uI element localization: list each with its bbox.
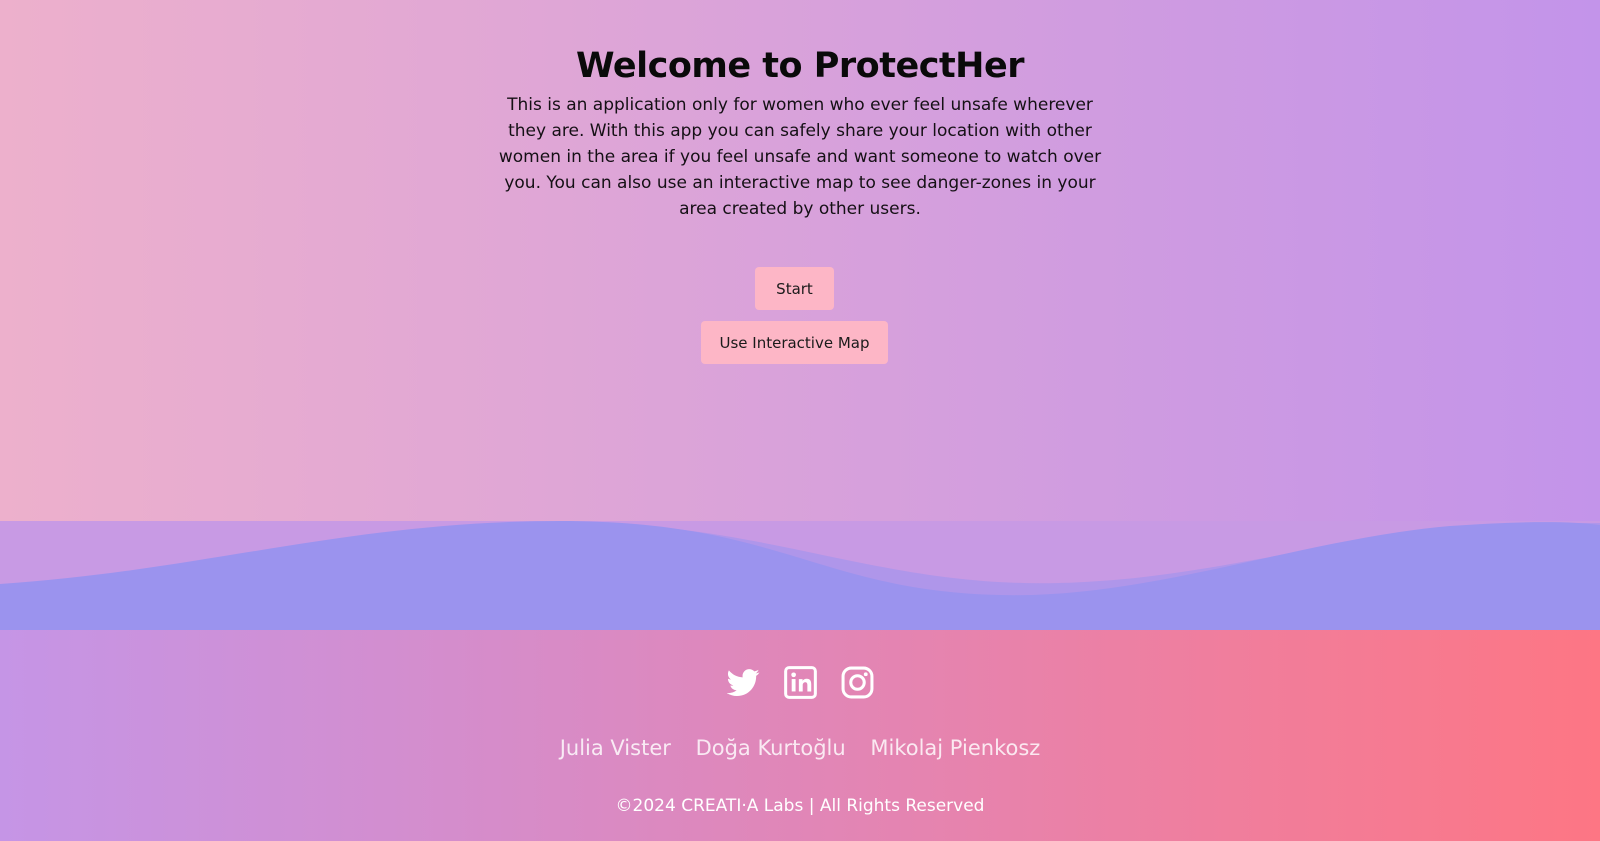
author-link[interactable]: Mikolaj Pienkosz	[870, 736, 1040, 760]
interactive-map-button[interactable]: Use Interactive Map	[701, 321, 888, 364]
intro-text: This is an application only for women wh…	[498, 95, 1102, 219]
author-link[interactable]: Doğa Kurtoğlu	[696, 736, 846, 760]
instagram-icon[interactable]	[841, 666, 874, 699]
page: Welcome to ProtectHer This is an applica…	[0, 0, 1600, 841]
start-button[interactable]: Start	[755, 267, 834, 310]
wave-divider	[0, 521, 1600, 631]
hero-content: Welcome to ProtectHer This is an applica…	[0, 42, 1600, 222]
page-title: Welcome to ProtectHer	[576, 46, 1024, 86]
author-links: Julia Vister Doğa Kurtoğlu Mikolaj Pienk…	[0, 736, 1600, 760]
social-links	[0, 666, 1600, 699]
copyright-text: ©2024 CREATI·A Labs | All Rights Reserve…	[615, 796, 985, 816]
author-link[interactable]: Julia Vister	[560, 736, 671, 760]
linkedin-icon[interactable]	[783, 666, 817, 699]
footer: Julia Vister Doğa Kurtoğlu Mikolaj Pienk…	[0, 630, 1600, 841]
twitter-icon[interactable]	[726, 666, 760, 699]
